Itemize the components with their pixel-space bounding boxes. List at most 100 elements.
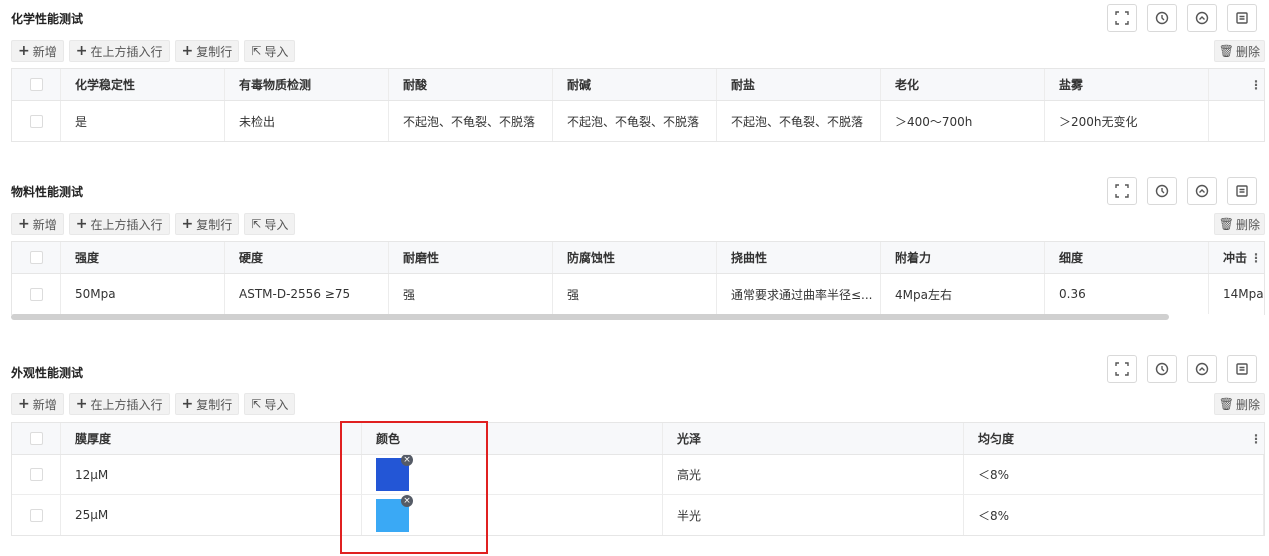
insert-above-button[interactable]: + 在上方插入行: [68, 213, 170, 235]
column-header[interactable]: 细度: [1045, 242, 1209, 273]
notes-button[interactable]: [1227, 4, 1257, 32]
kebab-icon[interactable]: ⋮: [1248, 242, 1264, 273]
column-header[interactable]: 附着力: [881, 242, 1045, 273]
table-header: 化学稳定性 有毒物质检测 耐酸 耐碱 耐盐 老化 盐雾 ⋮: [12, 69, 1264, 101]
table-cell[interactable]: 不起泡、不龟裂、不脱落: [717, 101, 881, 141]
table-cell[interactable]: 50Mpa: [61, 274, 225, 314]
table-header: 膜厚度 颜色 光泽 均匀度 ⋮: [12, 423, 1264, 455]
row-toolbar: + 新增 + 在上方插入行 + 复制行 ⇱ 导入: [11, 40, 296, 62]
copy-row-button[interactable]: + 复制行: [174, 393, 240, 415]
column-header[interactable]: 耐碱: [553, 69, 717, 100]
table-cell[interactable]: 未检出: [225, 101, 389, 141]
table-cell[interactable]: ＞200h无变化: [1045, 101, 1209, 141]
column-header[interactable]: 耐盐: [717, 69, 881, 100]
table-cell[interactable]: ASTM-D-2556 ≥75: [225, 274, 389, 314]
add-button[interactable]: + 新增: [11, 213, 64, 235]
table-cell[interactable]: 不起泡、不龟裂、不脱落: [553, 101, 717, 141]
collapse-button[interactable]: [1187, 177, 1217, 205]
history-icon: [1155, 184, 1169, 198]
import-button[interactable]: ⇱ 导入: [244, 213, 296, 235]
column-header[interactable]: 均匀度: [964, 423, 1264, 454]
column-header[interactable]: 化学稳定性: [61, 69, 225, 100]
table-cell[interactable]: 强: [553, 274, 717, 314]
table-cell[interactable]: 0.36: [1045, 274, 1209, 314]
column-header[interactable]: 膜厚度: [61, 423, 362, 454]
select-all-checkbox[interactable]: [12, 69, 61, 100]
notes-icon: [1236, 12, 1248, 24]
highlight-box: [340, 421, 488, 554]
horizontal-scrollbar[interactable]: [11, 314, 1169, 320]
section-tools: [1107, 355, 1257, 383]
notes-icon: [1236, 363, 1248, 375]
fullscreen-button[interactable]: [1107, 177, 1137, 205]
import-button[interactable]: ⇱ 导入: [244, 40, 296, 62]
table-row: 12μM × 高光 ＜8%: [12, 455, 1264, 495]
row-toolbar: + 新增 + 在上方插入行 + 复制行 ⇱ 导入: [11, 213, 296, 235]
column-header[interactable]: 光泽: [663, 423, 964, 454]
fullscreen-icon: [1115, 11, 1129, 25]
copy-row-button[interactable]: + 复制行: [174, 40, 240, 62]
table-cell[interactable]: 半光: [663, 495, 964, 535]
table-cell[interactable]: 不起泡、不龟裂、不脱落: [389, 101, 553, 141]
column-header[interactable]: 耐酸: [389, 69, 553, 100]
table-cell[interactable]: 高光: [663, 455, 964, 494]
table-cell[interactable]: 25μM: [61, 495, 362, 535]
fullscreen-button[interactable]: [1107, 4, 1137, 32]
delete-button[interactable]: 🗑 删除: [1213, 393, 1265, 415]
table-cell[interactable]: 4Mpa左右: [881, 274, 1045, 314]
history-button[interactable]: [1147, 177, 1177, 205]
section-title: 化学性能测试: [11, 12, 84, 26]
add-button[interactable]: + 新增: [11, 393, 64, 415]
table-cell[interactable]: ＜8%: [964, 455, 1264, 494]
table-cell[interactable]: 强: [389, 274, 553, 314]
material-table: 强度 硬度 耐磨性 防腐蚀性 挠曲性 附着力 细度 冲击 ⋮ 50Mpa AST…: [11, 241, 1265, 315]
table-row: 25μM × 半光 ＜8%: [12, 495, 1264, 535]
insert-above-button[interactable]: + 在上方插入行: [68, 40, 170, 62]
collapse-icon: [1195, 11, 1209, 25]
import-icon: ⇱: [251, 44, 262, 58]
notes-button[interactable]: [1227, 355, 1257, 383]
insert-above-button[interactable]: + 在上方插入行: [68, 393, 170, 415]
history-icon: [1155, 362, 1169, 376]
history-button[interactable]: [1147, 4, 1177, 32]
row-checkbox[interactable]: [12, 495, 61, 535]
history-button[interactable]: [1147, 355, 1177, 383]
table-cell[interactable]: 14Mpa: [1209, 274, 1264, 314]
table-row: 是 未检出 不起泡、不龟裂、不脱落 不起泡、不龟裂、不脱落 不起泡、不龟裂、不脱…: [12, 101, 1264, 141]
import-button[interactable]: ⇱ 导入: [244, 393, 296, 415]
trash-icon: 🗑: [1218, 397, 1234, 411]
kebab-icon[interactable]: ⋮: [1248, 69, 1264, 100]
fullscreen-button[interactable]: [1107, 355, 1137, 383]
row-checkbox[interactable]: [12, 274, 61, 314]
column-header[interactable]: 耐磨性: [389, 242, 553, 273]
column-header[interactable]: 有毒物质检测: [225, 69, 389, 100]
select-all-checkbox[interactable]: [12, 423, 61, 454]
add-button[interactable]: + 新增: [11, 40, 64, 62]
fullscreen-icon: [1115, 184, 1129, 198]
chemical-table: 化学稳定性 有毒物质检测 耐酸 耐碱 耐盐 老化 盐雾 ⋮ 是 未检出 不起泡、…: [11, 68, 1265, 142]
table-cell[interactable]: ＜8%: [964, 495, 1264, 535]
fullscreen-icon: [1115, 362, 1129, 376]
column-header[interactable]: 防腐蚀性: [553, 242, 717, 273]
column-header[interactable]: 挠曲性: [717, 242, 881, 273]
table-cell[interactable]: ＞400～700h: [881, 101, 1045, 141]
collapse-button[interactable]: [1187, 355, 1217, 383]
kebab-icon[interactable]: ⋮: [1248, 423, 1264, 454]
notes-button[interactable]: [1227, 177, 1257, 205]
delete-button[interactable]: 🗑 删除: [1213, 213, 1265, 235]
column-header[interactable]: 强度: [61, 242, 225, 273]
column-header[interactable]: 老化: [881, 69, 1045, 100]
table-cell[interactable]: 通常要求通过曲率半径≤...: [717, 274, 881, 314]
delete-button[interactable]: 🗑 删除: [1213, 40, 1265, 62]
table-cell[interactable]: 是: [61, 101, 225, 141]
table-cell[interactable]: 12μM: [61, 455, 362, 494]
select-all-checkbox[interactable]: [12, 242, 61, 273]
copy-row-button[interactable]: + 复制行: [174, 213, 240, 235]
row-checkbox[interactable]: [12, 455, 61, 494]
section-title: 物料性能测试: [11, 185, 84, 199]
column-header[interactable]: 硬度: [225, 242, 389, 273]
collapse-button[interactable]: [1187, 4, 1217, 32]
row-checkbox[interactable]: [12, 101, 61, 141]
table-header: 强度 硬度 耐磨性 防腐蚀性 挠曲性 附着力 细度 冲击 ⋮: [12, 242, 1264, 274]
column-header[interactable]: 盐雾: [1045, 69, 1209, 100]
